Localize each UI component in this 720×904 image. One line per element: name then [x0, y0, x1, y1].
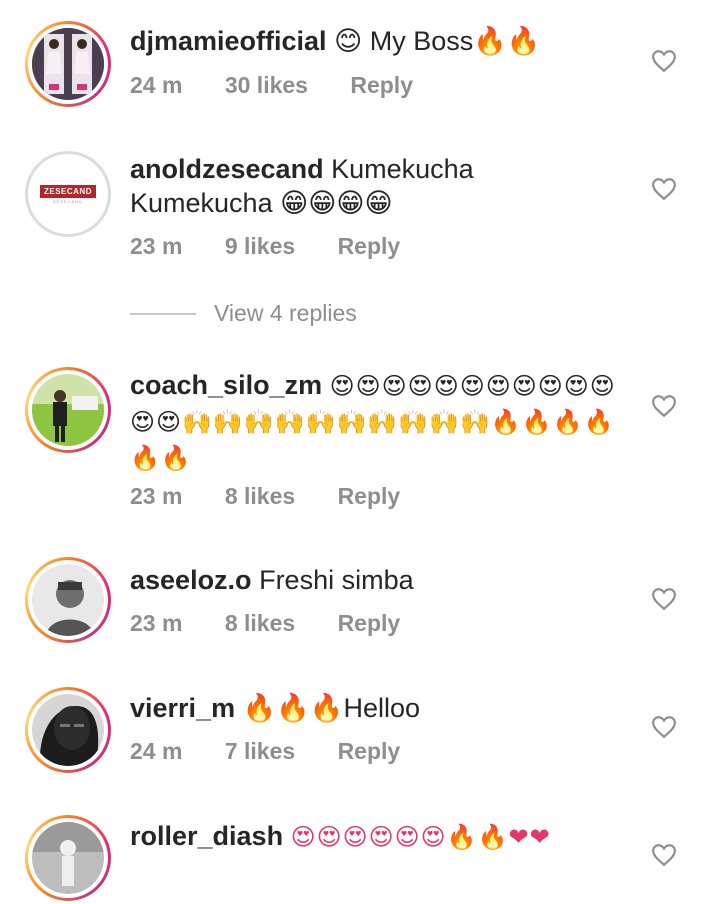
avatar[interactable] [25, 687, 111, 773]
zesecand-logo: ZESECAND [39, 184, 96, 198]
heart-outline-icon[interactable] [651, 48, 677, 74]
avatar[interactable] [25, 21, 111, 107]
heart-outline-icon[interactable] [651, 393, 677, 419]
reply-button[interactable]: Reply [338, 233, 401, 259]
avatar-image [32, 564, 104, 636]
comment-username[interactable]: roller_diash [130, 821, 283, 851]
comment-likes[interactable]: 7 likes [225, 738, 295, 764]
avatar[interactable] [25, 557, 111, 643]
comment-username[interactable]: djmamieofficial [130, 26, 327, 56]
reply-button[interactable]: Reply [338, 738, 401, 764]
comment-username[interactable]: aseeloz.o [130, 565, 252, 595]
replies-divider [130, 313, 196, 315]
comment-username[interactable]: vierri_m [130, 693, 235, 723]
avatar-image [32, 28, 104, 100]
reply-button[interactable]: Reply [338, 483, 401, 509]
comment-text: 🔥🔥🔥Helloo [242, 693, 420, 723]
zesecand-logo-sub: ZESECAND [53, 198, 83, 204]
comment-time: 23 m [130, 610, 183, 636]
avatar[interactable] [25, 815, 111, 901]
comment-username[interactable]: anoldzesecand [130, 154, 324, 184]
avatar[interactable] [25, 367, 111, 453]
heart-outline-icon[interactable] [651, 586, 677, 612]
comment-username[interactable]: coach_silo_zm [130, 370, 322, 400]
comment-text: 😊 My Boss🔥🔥 [334, 26, 541, 56]
reply-button[interactable]: Reply [338, 610, 401, 636]
avatar[interactable]: ZESECAND ZESECAND [25, 151, 111, 237]
comment-time: 24 m [130, 72, 183, 98]
comment-time: 24 m [130, 738, 183, 764]
heart-outline-icon[interactable] [651, 842, 677, 868]
heart-outline-icon[interactable] [651, 176, 677, 202]
view-replies-link[interactable]: View 4 replies [214, 300, 357, 327]
comment-time: 23 m [130, 483, 183, 509]
comment-likes[interactable]: 30 likes [225, 72, 308, 98]
comment-likes[interactable]: 9 likes [225, 233, 295, 259]
avatar-image [32, 822, 104, 894]
heart-outline-icon[interactable] [651, 714, 677, 740]
avatar-image [32, 374, 104, 446]
comment-text: 😍😍😍😍😍😍🔥🔥❤❤ [290, 824, 551, 851]
comment-likes[interactable]: 8 likes [225, 610, 295, 636]
comment-time: 23 m [130, 233, 183, 259]
avatar-image [32, 694, 104, 766]
comment-likes[interactable]: 8 likes [225, 483, 295, 509]
comment-text: Freshi simba [259, 565, 414, 595]
reply-button[interactable]: Reply [350, 72, 413, 98]
